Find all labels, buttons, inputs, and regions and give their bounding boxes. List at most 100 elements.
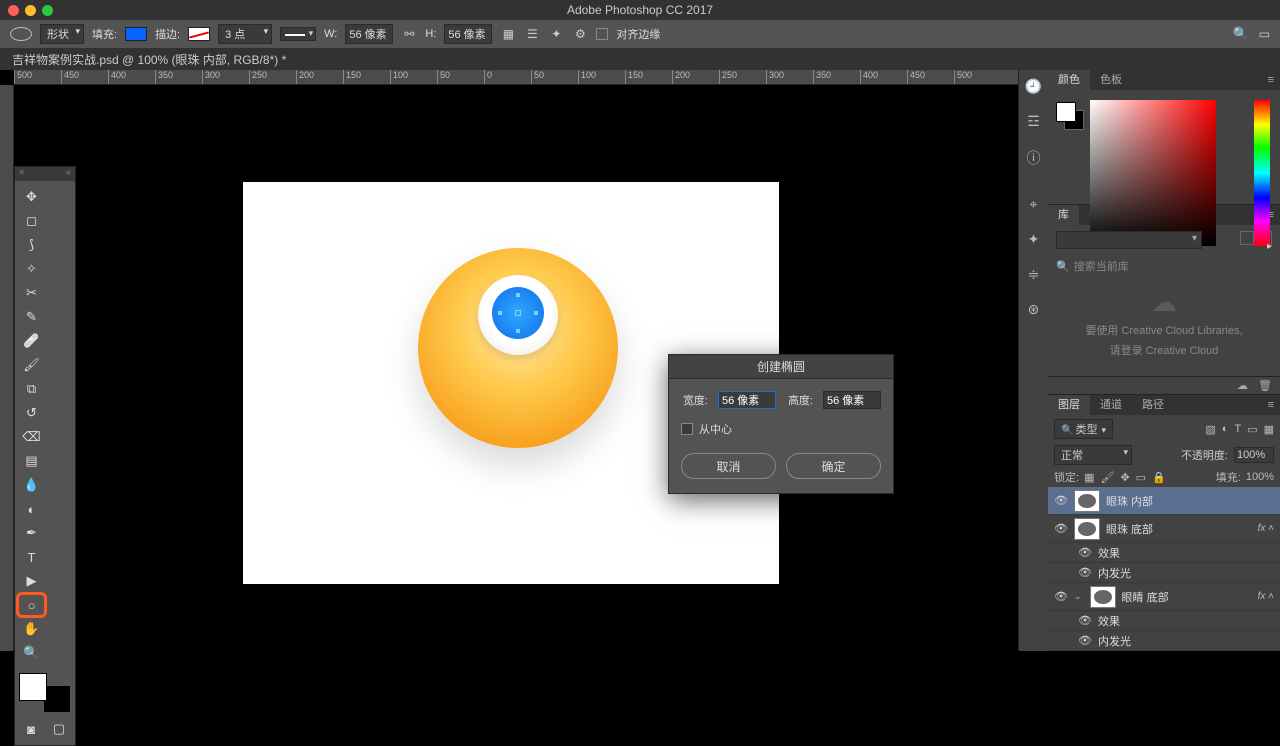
filter-pixel-icon[interactable]: ▧ [1205, 423, 1215, 436]
dlg-width-input[interactable] [718, 391, 776, 409]
lasso-tool[interactable]: ⟆ [19, 235, 44, 255]
layer-name[interactable]: 眼珠 内部 [1106, 493, 1153, 509]
brush-tool[interactable]: 🖌 [19, 355, 44, 375]
layer-thumbnail[interactable] [1074, 490, 1100, 512]
opacity-input[interactable]: 100% [1234, 447, 1274, 463]
layer-effects-row[interactable]: 👁 效果 [1048, 543, 1280, 563]
info-panel-icon[interactable]: ⓘ [1027, 148, 1041, 168]
fill-swatch[interactable] [125, 27, 147, 41]
layer-fx-badge[interactable]: fx ˄ [1258, 523, 1274, 534]
dodge-tool[interactable]: ◐ [19, 499, 44, 519]
path-arrange-icon[interactable]: ☰ [524, 26, 540, 42]
screenmode-tool[interactable]: ▢ [47, 719, 71, 739]
workspace-icon[interactable]: ▭ [1259, 27, 1270, 41]
fg-bg-color[interactable] [19, 673, 71, 713]
pen-tool[interactable]: ✒ [19, 523, 44, 543]
cancel-button[interactable]: 取消 [681, 453, 776, 479]
effect-visibility-icon[interactable]: 👁 [1078, 634, 1092, 647]
stroke-width-dropdown[interactable]: 3 点 [218, 24, 272, 44]
fill-opacity-input[interactable]: 100% [1246, 471, 1274, 483]
color-panel-menu-icon[interactable]: ≡ [1262, 74, 1280, 86]
lib-grid-view-icon[interactable] [1240, 231, 1254, 245]
height-input[interactable]: 56 像素 [444, 24, 492, 44]
clone-stamp-tool[interactable]: ⧉ [19, 379, 44, 399]
lock-transparency-icon[interactable]: ▦ [1084, 471, 1094, 484]
toolbox-collapse-icon[interactable]: « [66, 167, 71, 181]
magic-wand-tool[interactable]: ✧ [19, 259, 44, 279]
tab-channels[interactable]: 通道 [1090, 395, 1132, 415]
lib-sync-icon[interactable]: ☁ [1237, 379, 1248, 392]
layer-effect-item[interactable]: 👁 内发光 [1048, 563, 1280, 583]
zoom-tool[interactable]: 🔍 [19, 643, 44, 663]
bg-color-swatch[interactable] [43, 685, 71, 713]
crop-tool[interactable]: ✂ [19, 283, 44, 303]
layer-visibility-icon[interactable]: 👁 [1054, 590, 1068, 603]
toolbox-close-icon[interactable]: × [19, 167, 24, 181]
lib-trash-icon[interactable]: 🗑 [1258, 379, 1272, 392]
ellipse-tool-icon[interactable] [10, 27, 32, 41]
history-brush-tool[interactable]: ↺ [19, 403, 44, 423]
brush-panel-icon[interactable]: ✦ [1028, 231, 1040, 248]
lock-artboard-icon[interactable]: ▭ [1136, 471, 1146, 484]
history-panel-icon[interactable]: 🕘 [1025, 78, 1042, 95]
layer-fx-badge[interactable]: fx ˄ [1258, 591, 1274, 602]
effect-visibility-icon[interactable]: 👁 [1078, 546, 1092, 559]
path-select-tool[interactable]: ▶ [19, 571, 44, 591]
layer-row[interactable]: 👁 ⌄ 眼睛 底部 fx ˄ [1048, 583, 1280, 611]
layer-row[interactable]: 👁 眼珠 内部 [1048, 487, 1280, 515]
tab-color[interactable]: 颜色 [1048, 70, 1090, 90]
chevron-down-icon[interactable]: ⌄ [1074, 591, 1082, 602]
filter-shape-icon[interactable]: ▭ [1247, 423, 1257, 436]
stroke-swatch[interactable] [188, 27, 210, 41]
type-tool[interactable]: T [19, 547, 44, 567]
dlg-height-input[interactable] [823, 391, 881, 409]
hue-slider[interactable] [1254, 100, 1270, 246]
lock-image-icon[interactable]: 🖌 [1100, 471, 1114, 484]
actions-panel-icon[interactable]: ⊛ [1028, 301, 1040, 318]
layer-visibility-icon[interactable]: 👁 [1054, 522, 1068, 535]
tool-mode-dropdown[interactable]: 形状 [40, 24, 84, 44]
layers-panel-menu-icon[interactable]: ≡ [1262, 399, 1280, 411]
layer-name[interactable]: 眼睛 底部 [1122, 589, 1169, 605]
quickmask-tool[interactable]: ◙ [19, 719, 43, 739]
layer-row[interactable]: 👁 眼珠 底部 fx ˄ [1048, 515, 1280, 543]
character-panel-icon[interactable]: ⌖ [1030, 196, 1038, 213]
width-input[interactable]: 56 像素 [345, 24, 393, 44]
layer-thumbnail[interactable] [1074, 518, 1100, 540]
tab-swatches[interactable]: 色板 [1090, 70, 1132, 90]
tab-layers[interactable]: 图层 [1048, 395, 1090, 415]
ok-button[interactable]: 确定 [786, 453, 881, 479]
gear-icon[interactable]: ⚙ [572, 26, 588, 42]
color-field[interactable] [1090, 100, 1216, 246]
layer-effect-item[interactable]: 👁 内发光 [1048, 631, 1280, 651]
effect-visibility-icon[interactable]: 👁 [1078, 566, 1092, 579]
lock-position-icon[interactable]: ✥ [1120, 471, 1129, 484]
document-tab[interactable]: 吉祥物案例实战.psd @ 100% (眼珠 内部, RGB/8*) * [12, 51, 286, 68]
healing-brush-tool[interactable]: 🩹 [19, 331, 44, 351]
close-window-button[interactable] [8, 5, 19, 16]
lock-all-icon[interactable]: 🔒 [1152, 471, 1166, 484]
tab-libraries[interactable]: 库 [1048, 205, 1079, 225]
adjustments-panel-icon[interactable]: ≑ [1028, 266, 1040, 283]
tab-paths[interactable]: 路径 [1132, 395, 1174, 415]
eraser-tool[interactable]: ⌫ [19, 427, 44, 447]
effect-visibility-icon[interactable]: 👁 [1078, 614, 1092, 627]
filter-type-icon[interactable]: T [1234, 423, 1241, 436]
path-align-icon[interactable]: ▦ [500, 26, 516, 42]
maximize-window-button[interactable] [42, 5, 53, 16]
align-edges-checkbox[interactable] [596, 28, 608, 40]
layer-thumbnail[interactable] [1090, 586, 1116, 608]
path-options-icon[interactable]: ✦ [548, 26, 564, 42]
hand-tool[interactable]: ✋ [19, 619, 44, 639]
filter-adjust-icon[interactable]: ◐ [1222, 423, 1229, 436]
from-center-checkbox[interactable] [681, 423, 693, 435]
gradient-tool[interactable]: ▤ [19, 451, 44, 471]
color-panel-fgbg[interactable] [1056, 102, 1084, 130]
minimize-window-button[interactable] [25, 5, 36, 16]
lib-search-placeholder[interactable]: 搜索当前库 [1074, 258, 1129, 274]
layer-name[interactable]: 眼珠 底部 [1106, 521, 1153, 537]
library-select-dropdown[interactable] [1056, 231, 1202, 249]
properties-panel-icon[interactable]: ☲ [1027, 113, 1040, 130]
eyedropper-tool[interactable]: ✎ [19, 307, 44, 327]
fg-color-swatch[interactable] [19, 673, 47, 701]
